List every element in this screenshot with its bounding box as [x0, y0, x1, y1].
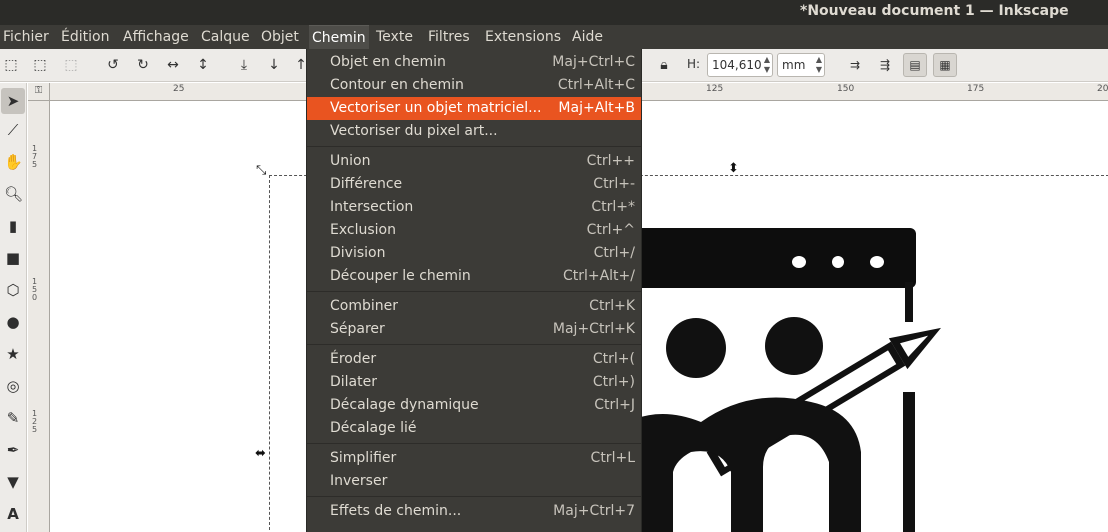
menu-objet[interactable]: Objet: [258, 25, 302, 49]
menu-affichage[interactable]: Affichage: [120, 25, 192, 49]
menu-item-eroder[interactable]: Éroder Ctrl+(: [307, 348, 641, 371]
spin-arrows-icon[interactable]: ▲ ▼: [764, 55, 770, 75]
menu-fichier[interactable]: Fichier: [0, 25, 52, 49]
move-patterns-icon[interactable]: ▦: [933, 53, 957, 77]
title-bar: *Nouveau document 1 — Inkscape: [0, 0, 1108, 25]
pen-tool-icon[interactable]: ✒: [4, 441, 22, 459]
menu-item-contour-en-chemin[interactable]: Contour en chemin Ctrl+Alt+C: [307, 74, 641, 97]
scale-stroke-icon[interactable]: ⇉: [846, 56, 864, 74]
menu-edition[interactable]: Édition: [58, 25, 112, 49]
spiral-tool-icon[interactable]: ◎: [4, 377, 22, 395]
menu-bar: Fichier Édition Affichage Calque Objet C…: [0, 25, 1108, 49]
menu-item-difference[interactable]: Différence Ctrl+-: [307, 173, 641, 196]
menu-filtres[interactable]: Filtres: [425, 25, 473, 49]
calligraphy-tool-icon[interactable]: ▼: [4, 473, 22, 491]
height-input[interactable]: 104,610 ▲ ▼: [707, 53, 773, 77]
menu-aide[interactable]: Aide: [569, 25, 606, 49]
menu-extensions[interactable]: Extensions: [482, 25, 564, 49]
ruler-label: 175: [32, 144, 38, 169]
menu-item-inverser[interactable]: Inverser: [307, 470, 641, 493]
select-all-layers-icon[interactable]: ⬚: [31, 56, 49, 74]
unit-arrows-icon[interactable]: ▲ ▼: [816, 55, 822, 75]
unit-select[interactable]: mm ▲ ▼: [777, 53, 825, 77]
move-gradients-icon[interactable]: ▤: [903, 53, 927, 77]
lower-icon[interactable]: ↓: [265, 56, 283, 74]
ruler-label: 125: [32, 409, 38, 434]
height-label: H:: [687, 57, 701, 71]
menu-separator: [307, 291, 641, 292]
menu-separator: [307, 146, 641, 147]
menu-item-decalage-dynamique[interactable]: Décalage dynamique Ctrl+J: [307, 394, 641, 417]
ellipse-tool-icon[interactable]: ●: [4, 313, 22, 331]
text-tool-icon[interactable]: A: [4, 505, 22, 523]
menu-item-objet-en-chemin[interactable]: Objet en chemin Maj+Ctrl+C: [307, 51, 641, 74]
menu-item-decouper-le-chemin[interactable]: Découper le chemin Ctrl+Alt+/: [307, 265, 641, 288]
menu-item-separer[interactable]: Séparer Maj+Ctrl+K: [307, 318, 641, 341]
menu-item-vectoriser-pixel-art[interactable]: Vectoriser du pixel art...: [307, 120, 641, 143]
ruler-label: 150: [837, 84, 855, 94]
ruler-corner-lock-icon[interactable]: ⚿: [28, 83, 50, 101]
menu-separator: [307, 344, 641, 345]
ruler-label: 175: [967, 84, 985, 94]
menu-separator: [307, 496, 641, 497]
measure-tool-icon[interactable]: ▮: [4, 217, 22, 235]
chemin-menu-dropdown: Objet en chemin Maj+Ctrl+C Contour en ch…: [306, 49, 642, 532]
menu-separator: [307, 443, 641, 444]
lower-to-bottom-icon[interactable]: ⤓: [235, 56, 253, 74]
menu-item-union[interactable]: Union Ctrl++: [307, 150, 641, 173]
ruler-label: 25: [173, 84, 185, 94]
rectangle-tool-icon[interactable]: ■: [4, 249, 22, 267]
menu-item-decalage-lie[interactable]: Décalage lié: [307, 417, 641, 440]
zoom-tool-icon[interactable]: 🔍︎: [4, 185, 23, 203]
rotate-ccw-icon[interactable]: ↺: [104, 56, 122, 74]
ruler-label: 150: [32, 277, 38, 302]
menu-chemin[interactable]: Chemin: [309, 25, 369, 49]
ruler-label: 125: [706, 84, 724, 94]
box3d-tool-icon[interactable]: ⬡: [4, 281, 22, 299]
menu-item-vectoriser-objet-matriciel[interactable]: Vectoriser un objet matriciel... Maj+Alt…: [307, 97, 641, 120]
unit-value: mm: [782, 58, 806, 72]
rotate-cw-icon[interactable]: ↻: [134, 56, 152, 74]
pencil-tool-icon[interactable]: ✎: [4, 409, 22, 427]
flip-horizontal-icon[interactable]: ↔: [164, 56, 182, 74]
menu-item-intersection[interactable]: Intersection Ctrl+*: [307, 196, 641, 219]
window-title: *Nouveau document 1 — Inkscape: [800, 3, 1069, 19]
node-tool-icon[interactable]: ⟋: [4, 121, 22, 139]
deselect-icon[interactable]: ⬚: [62, 56, 80, 74]
menu-item-dilater[interactable]: Dilater Ctrl+): [307, 371, 641, 394]
menu-item-division[interactable]: Division Ctrl+/: [307, 242, 641, 265]
menu-item-combiner[interactable]: Combiner Ctrl+K: [307, 295, 641, 318]
scale-corners-icon[interactable]: ⇶: [876, 56, 894, 74]
toolbox: ➤ ⟋ ✋ 🔍︎ ▮ ■ ⬡ ● ★ ◎ ✎ ✒ ▼ A: [0, 83, 27, 532]
selector-tool-icon[interactable]: ➤: [1, 88, 25, 114]
lock-ratio-icon[interactable]: 🔒︎: [655, 56, 673, 74]
menu-texte[interactable]: Texte: [373, 25, 416, 49]
star-tool-icon[interactable]: ★: [4, 345, 22, 363]
menu-item-simplifier[interactable]: Simplifier Ctrl+L: [307, 447, 641, 470]
ruler-label: 20: [1097, 84, 1108, 94]
tweak-tool-icon[interactable]: ✋: [4, 153, 23, 171]
flip-vertical-icon[interactable]: ↕: [194, 56, 212, 74]
select-all-icon[interactable]: ⬚: [2, 56, 20, 74]
menu-calque[interactable]: Calque: [198, 25, 253, 49]
height-value: 104,610: [712, 58, 762, 72]
menu-item-effets-de-chemin[interactable]: Effets de chemin... Maj+Ctrl+7: [307, 500, 641, 523]
menu-item-exclusion[interactable]: Exclusion Ctrl+^: [307, 219, 641, 242]
